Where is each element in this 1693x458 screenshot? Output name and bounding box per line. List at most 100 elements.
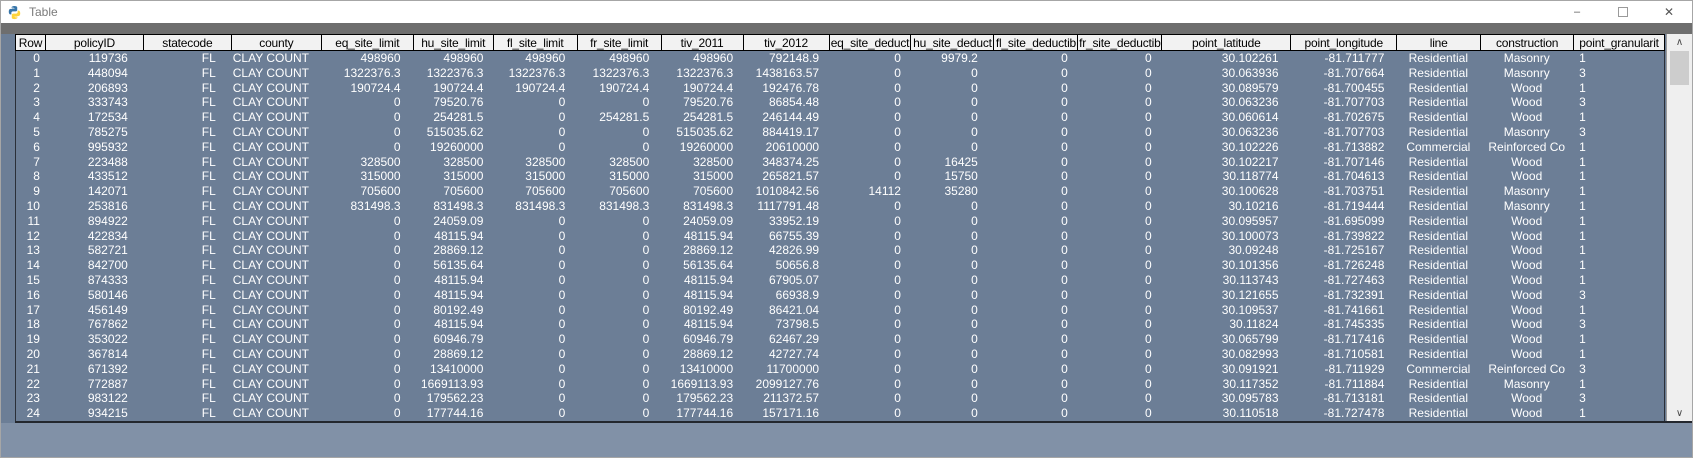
cell-point_granularit[interactable]: 3: [1573, 125, 1664, 140]
cell-point_longitude[interactable]: -81.713181: [1291, 391, 1397, 406]
cell-statecode[interactable]: FL: [144, 214, 232, 229]
cell-point_latitude[interactable]: 30.060614: [1162, 110, 1291, 125]
cell-point_latitude[interactable]: 30.063236: [1162, 125, 1291, 140]
column-header-tiv_2011[interactable]: tiv_2011: [662, 35, 744, 50]
cell-tiv_2012[interactable]: 66938.9: [743, 288, 829, 303]
cell-fl_site_limit[interactable]: 0: [493, 377, 577, 392]
cell-fl_site_deductib[interactable]: 0: [994, 140, 1078, 155]
cell-fl_site_limit[interactable]: 0: [493, 332, 577, 347]
cell-point_latitude[interactable]: 30.10216: [1162, 199, 1291, 214]
cell-fr_site_limit[interactable]: 0: [577, 125, 661, 140]
cell-fr_site_limit[interactable]: 0: [577, 317, 661, 332]
cell-county[interactable]: CLAY COUNT: [232, 214, 322, 229]
cell-line[interactable]: Residential: [1396, 184, 1480, 199]
cell-hu_site_limit[interactable]: 48115.94: [414, 229, 494, 244]
cell-line[interactable]: Residential: [1396, 317, 1480, 332]
cell-tiv_2012[interactable]: 1438163.57: [743, 66, 829, 81]
cell-fr_site_limit[interactable]: 0: [577, 303, 661, 318]
column-header-point_granularit[interactable]: point_granularit: [1574, 35, 1665, 50]
cell-tiv_2012[interactable]: 884419.17: [743, 125, 829, 140]
cell-fr_site_limit[interactable]: 0: [577, 140, 661, 155]
cell-fl_site_limit[interactable]: 0: [493, 347, 577, 362]
cell-statecode[interactable]: FL: [144, 110, 232, 125]
cell-eq_site_deduct[interactable]: 0: [829, 199, 911, 214]
cell-fr_site_limit[interactable]: 0: [577, 273, 661, 288]
cell-fr_site_deductib[interactable]: 0: [1078, 229, 1162, 244]
cell-point_granularit[interactable]: 1: [1573, 81, 1664, 96]
cell-tiv_2012[interactable]: 66755.39: [743, 229, 829, 244]
cell-point_longitude[interactable]: -81.726248: [1291, 258, 1397, 273]
cell-tiv_2011[interactable]: 328500: [661, 155, 743, 170]
cell-fr_site_limit[interactable]: 0: [577, 362, 661, 377]
cell-point_latitude[interactable]: 30.09248: [1162, 243, 1291, 258]
cell-hu_site_limit[interactable]: 28869.12: [414, 347, 494, 362]
cell-hu_site_deduct[interactable]: 0: [911, 125, 994, 140]
cell-county[interactable]: CLAY COUNT: [232, 288, 322, 303]
row-index-cell[interactable]: 6: [16, 140, 46, 155]
cell-point_latitude[interactable]: 30.095957: [1162, 214, 1291, 229]
cell-tiv_2011[interactable]: 190724.4: [661, 81, 743, 96]
cell-tiv_2011[interactable]: 80192.49: [661, 303, 743, 318]
cell-county[interactable]: CLAY COUNT: [232, 273, 322, 288]
cell-line[interactable]: Residential: [1396, 377, 1480, 392]
cell-fr_site_limit[interactable]: 190724.4: [577, 81, 661, 96]
cell-point_latitude[interactable]: 30.113743: [1162, 273, 1291, 288]
row-index-cell[interactable]: 4: [16, 110, 46, 125]
cell-fr_site_deductib[interactable]: 0: [1078, 317, 1162, 332]
cell-construction[interactable]: Wood: [1480, 347, 1573, 362]
cell-fr_site_deductib[interactable]: 0: [1078, 95, 1162, 110]
cell-eq_site_limit[interactable]: 0: [322, 288, 414, 303]
cell-tiv_2011[interactable]: 1322376.3: [661, 66, 743, 81]
cell-tiv_2012[interactable]: 11700000: [743, 362, 829, 377]
cell-line[interactable]: Residential: [1396, 243, 1480, 258]
cell-policyID[interactable]: 894922: [46, 214, 144, 229]
cell-fl_site_limit[interactable]: 0: [493, 229, 577, 244]
cell-tiv_2012[interactable]: 792148.9: [743, 51, 829, 66]
cell-line[interactable]: Residential: [1396, 406, 1480, 421]
cell-county[interactable]: CLAY COUNT: [232, 332, 322, 347]
cell-point_latitude[interactable]: 30.121655: [1162, 288, 1291, 303]
cell-statecode[interactable]: FL: [144, 258, 232, 273]
cell-fr_site_deductib[interactable]: 0: [1078, 214, 1162, 229]
cell-statecode[interactable]: FL: [144, 66, 232, 81]
cell-point_longitude[interactable]: -81.741661: [1291, 303, 1397, 318]
cell-statecode[interactable]: FL: [144, 243, 232, 258]
cell-tiv_2011[interactable]: 48115.94: [661, 317, 743, 332]
cell-fr_site_limit[interactable]: 0: [577, 347, 661, 362]
cell-fl_site_limit[interactable]: 0: [493, 391, 577, 406]
cell-fr_site_limit[interactable]: 0: [577, 214, 661, 229]
cell-hu_site_deduct[interactable]: 0: [911, 317, 994, 332]
cell-fl_site_limit[interactable]: 0: [493, 110, 577, 125]
row-index-cell[interactable]: 1: [16, 66, 46, 81]
cell-fr_site_limit[interactable]: 0: [577, 229, 661, 244]
cell-county[interactable]: CLAY COUNT: [232, 377, 322, 392]
cell-construction[interactable]: Reinforced Co: [1480, 362, 1573, 377]
cell-tiv_2012[interactable]: 33952.19: [743, 214, 829, 229]
cell-construction[interactable]: Wood: [1480, 110, 1573, 125]
cell-construction[interactable]: Wood: [1480, 81, 1573, 96]
cell-statecode[interactable]: FL: [144, 169, 232, 184]
cell-fr_site_deductib[interactable]: 0: [1078, 347, 1162, 362]
cell-eq_site_deduct[interactable]: 0: [829, 391, 911, 406]
cell-statecode[interactable]: FL: [144, 184, 232, 199]
cell-eq_site_deduct[interactable]: 0: [829, 214, 911, 229]
cell-fl_site_deductib[interactable]: 0: [994, 347, 1078, 362]
cell-tiv_2011[interactable]: 13410000: [661, 362, 743, 377]
cell-statecode[interactable]: FL: [144, 391, 232, 406]
cell-hu_site_limit[interactable]: 28869.12: [414, 243, 494, 258]
row-index-cell[interactable]: 0: [16, 51, 46, 66]
column-header-statecode[interactable]: statecode: [144, 35, 232, 50]
cell-eq_site_limit[interactable]: 328500: [322, 155, 414, 170]
cell-hu_site_deduct[interactable]: 0: [911, 258, 994, 273]
cell-point_longitude[interactable]: -81.710581: [1291, 347, 1397, 362]
cell-statecode[interactable]: FL: [144, 362, 232, 377]
cell-hu_site_limit[interactable]: 177744.16: [414, 406, 494, 421]
column-header-eq_site_deduct[interactable]: eq_site_deduct: [830, 35, 912, 50]
cell-fl_site_limit[interactable]: 831498.3: [493, 199, 577, 214]
column-header-row[interactable]: Row: [16, 35, 46, 50]
cell-line[interactable]: Residential: [1396, 229, 1480, 244]
column-header-tiv_2012[interactable]: tiv_2012: [744, 35, 830, 50]
cell-policyID[interactable]: 874333: [46, 273, 144, 288]
cell-fl_site_deductib[interactable]: 0: [994, 332, 1078, 347]
cell-fr_site_deductib[interactable]: 0: [1078, 332, 1162, 347]
